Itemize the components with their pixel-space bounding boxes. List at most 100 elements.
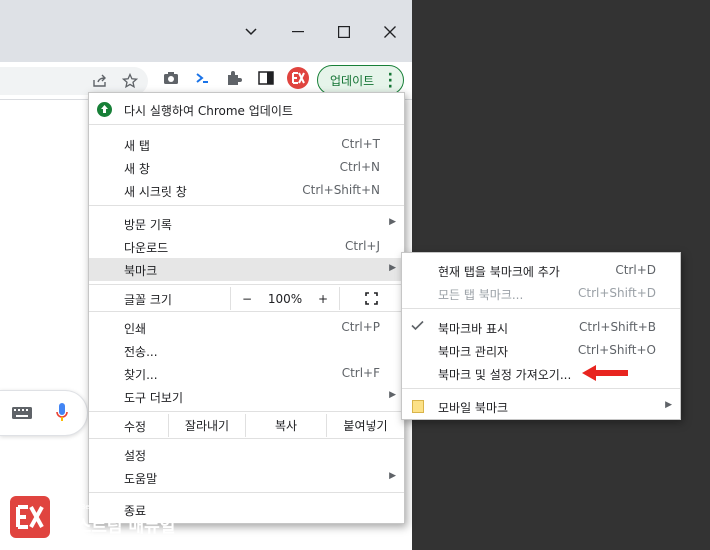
- menu-item-label: 현재 탭을 북마크에 추가: [438, 265, 560, 279]
- menu-divider: [402, 308, 680, 309]
- copy-button[interactable]: 복사: [246, 414, 326, 437]
- menu-item-label: 모바일 북마크: [438, 401, 509, 415]
- update-arrow-icon: [97, 102, 112, 120]
- menu-item-new-tab[interactable]: 새 탭 Ctrl+T: [89, 133, 404, 156]
- menu-item-label: 설정: [124, 449, 147, 463]
- menu-item-label: 북마크 및 설정 가져오기...: [438, 368, 572, 382]
- chrome-main-menu: 다시 실행하여 Chrome 업데이트 새 탭 Ctrl+T 새 창 Ctrl+…: [88, 92, 405, 524]
- menu-divider: [89, 438, 404, 439]
- more-vert-icon[interactable]: · · ·: [388, 68, 393, 94]
- check-icon: [411, 320, 424, 334]
- menu-divider: [89, 284, 404, 285]
- menu-item-shortcut: Ctrl+Shift+O: [577, 343, 656, 357]
- menu-divider: [89, 411, 404, 412]
- menu-item-shortcut: Ctrl+Shift+B: [579, 320, 656, 334]
- maximize-icon[interactable]: [332, 20, 356, 44]
- menu-item-new-window[interactable]: 새 창 Ctrl+N: [89, 156, 404, 179]
- menu-item-history[interactable]: 방문 기록 ▶: [89, 212, 404, 235]
- submenu-item-bookmark-all-tabs[interactable]: 모든 탭 북마크... Ctrl+Shift+D: [402, 282, 680, 305]
- title-bar: [0, 0, 412, 62]
- microphone-icon[interactable]: [56, 403, 68, 426]
- submenu-arrow-icon: ▶: [389, 390, 396, 400]
- folder-icon: [412, 400, 424, 416]
- zoom-in-button[interactable]: +: [307, 287, 339, 310]
- menu-item-label: 새 시크릿 창: [124, 185, 187, 199]
- menu-item-label: 글꼴 크기: [124, 293, 172, 307]
- close-icon[interactable]: [378, 20, 402, 44]
- annotation-arrow-icon: [582, 364, 630, 385]
- zoom-level: 100%: [267, 291, 303, 306]
- menu-item-shortcut: Ctrl+F: [341, 366, 380, 380]
- submenu-arrow-icon: ▶: [665, 400, 672, 410]
- submenu-item-add-current-tab[interactable]: 현재 탭을 북마크에 추가 Ctrl+D: [402, 259, 680, 282]
- update-button-label: 업데이트: [330, 73, 375, 88]
- menu-item-incognito[interactable]: 새 시크릿 창 Ctrl+Shift+N: [89, 179, 404, 202]
- submenu-arrow-icon: ▶: [389, 217, 396, 227]
- zoom-out-button[interactable]: −: [231, 287, 263, 310]
- menu-divider: [89, 205, 404, 206]
- menu-item-cast[interactable]: 전송...: [89, 339, 404, 362]
- menu-item-print[interactable]: 인쇄 Ctrl+P: [89, 316, 404, 339]
- profile-icon[interactable]: [286, 66, 310, 90]
- keyboard-icon[interactable]: [12, 407, 32, 422]
- submenu-item-import-bookmarks[interactable]: 북마크 및 설정 가져오기...: [402, 362, 680, 385]
- cut-button[interactable]: 잘라내기: [169, 414, 245, 437]
- puzzle-icon[interactable]: [222, 66, 246, 90]
- menu-divider: [89, 311, 404, 312]
- menu-item-label: 방문 기록: [124, 218, 172, 232]
- menu-item-label: 도움말: [124, 472, 158, 486]
- menu-item-settings[interactable]: 설정: [89, 443, 404, 466]
- menu-item-downloads[interactable]: 다운로드 Ctrl+J: [89, 235, 404, 258]
- submenu-item-bookmark-manager[interactable]: 북마크 관리자 Ctrl+Shift+O: [402, 339, 680, 362]
- menu-item-zoom: 글꼴 크기 − 100% +: [89, 287, 404, 310]
- menu-item-edit: 수정 잘라내기 복사 붙여넣기: [89, 414, 404, 437]
- fullscreen-icon[interactable]: [365, 292, 378, 308]
- menu-divider: [89, 492, 404, 493]
- menu-item-bookmarks[interactable]: 북마크 ▶: [89, 258, 404, 281]
- menu-item-relaunch-update[interactable]: 다시 실행하여 Chrome 업데이트: [89, 98, 404, 121]
- submenu-arrow-icon: ▶: [389, 263, 396, 273]
- menu-item-shortcut: Ctrl+J: [345, 239, 380, 253]
- menu-item-label: 찾기...: [124, 368, 158, 382]
- menu-item-label: 모든 탭 북마크...: [438, 288, 524, 302]
- menu-item-shortcut: Ctrl+N: [339, 160, 380, 174]
- menu-item-help[interactable]: 도움말 ▶: [89, 466, 404, 489]
- menu-item-label: 북마크바 표시: [438, 322, 509, 336]
- menu-item-shortcut: Ctrl+Shift+D: [578, 286, 656, 300]
- menu-item-shortcut: Ctrl+Shift+N: [302, 183, 380, 197]
- submenu-item-mobile-bookmarks[interactable]: 모바일 북마크 ▶: [402, 395, 680, 418]
- address-bar[interactable]: [0, 67, 148, 95]
- menu-item-label: 전송...: [124, 345, 158, 359]
- menu-item-label: 북마크: [124, 264, 158, 278]
- minimize-icon[interactable]: [286, 20, 310, 44]
- side-panel-icon[interactable]: [254, 66, 278, 90]
- brand-name: 익스트림 매뉴얼: [60, 517, 176, 537]
- brand-logo: [10, 496, 50, 538]
- menu-item-label: 새 창: [124, 162, 150, 176]
- menu-item-label: 인쇄: [124, 322, 147, 336]
- extension-prompt-icon[interactable]: [190, 66, 214, 90]
- menu-item-shortcut: Ctrl+P: [341, 320, 380, 334]
- menu-item-find[interactable]: 찾기... Ctrl+F: [89, 362, 404, 385]
- share-icon[interactable]: [88, 69, 112, 93]
- update-button[interactable]: 업데이트 · · ·: [317, 65, 404, 95]
- menu-item-label: 다시 실행하여 Chrome 업데이트: [124, 104, 293, 118]
- menu-item-shortcut: Ctrl+D: [615, 263, 656, 277]
- menu-item-shortcut: Ctrl+T: [341, 137, 380, 151]
- menu-divider: [89, 124, 404, 125]
- menu-item-more-tools[interactable]: 도구 더보기 ▶: [89, 385, 404, 408]
- submenu-item-show-bookmarks-bar[interactable]: 북마크바 표시 Ctrl+Shift+B: [402, 316, 680, 339]
- menu-item-label: 새 탭: [124, 139, 150, 153]
- star-icon[interactable]: [118, 69, 142, 93]
- paste-button[interactable]: 붙여넣기: [327, 414, 404, 437]
- menu-item-label: 도구 더보기: [124, 391, 184, 405]
- tab-search-chevron-icon[interactable]: [239, 20, 263, 44]
- menu-item-label: 수정: [124, 420, 147, 434]
- menu-item-label: 다운로드: [124, 241, 169, 255]
- search-box[interactable]: [0, 390, 88, 436]
- zoom-divider: [339, 287, 340, 310]
- menu-item-label: 북마크 관리자: [438, 345, 509, 359]
- camera-icon[interactable]: [159, 66, 183, 90]
- brand-tagline: More Better IT Life: [61, 503, 126, 511]
- bookmarks-submenu: 현재 탭을 북마크에 추가 Ctrl+D 모든 탭 북마크... Ctrl+Sh…: [401, 252, 681, 420]
